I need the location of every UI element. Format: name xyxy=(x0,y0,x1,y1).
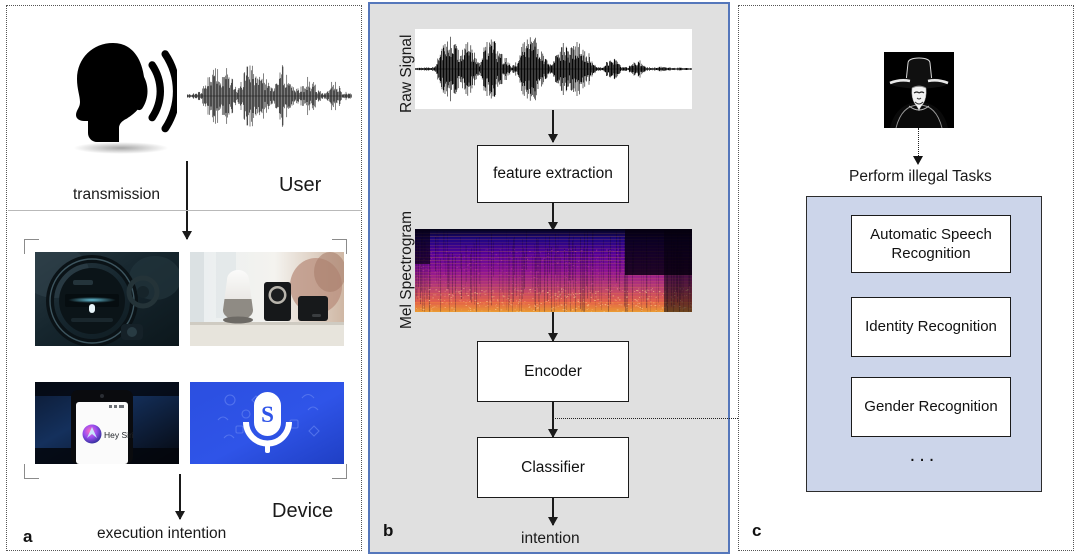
user-label: User xyxy=(279,174,322,196)
execution-arrow xyxy=(179,474,181,519)
figure-root: transmission User Hey Siri S execution i… xyxy=(0,0,1080,557)
device-image-car-infotainment xyxy=(35,252,179,346)
device-bracket-bottom-left xyxy=(24,464,39,479)
mel-spectrogram-plot xyxy=(415,229,692,312)
arrow-mel-to-encoder xyxy=(552,312,554,341)
arrow-raw-to-feature xyxy=(552,110,554,142)
device-bracket-bottom-right xyxy=(332,464,347,479)
execution-intention-label: execution intention xyxy=(97,525,227,542)
intention-label: intention xyxy=(521,530,580,547)
speaking-head-icon xyxy=(76,43,177,142)
arrow-encoder-to-classifier xyxy=(552,402,554,437)
transmission-label: transmission xyxy=(73,186,160,203)
task-automatic-speech-recognition[interactable]: Automatic Speech Recognition xyxy=(851,215,1011,273)
connector-arrowhead-tasks xyxy=(913,156,923,165)
anonymous-hacker-icon xyxy=(884,52,954,128)
task-identity-recognition[interactable]: Identity Recognition xyxy=(851,297,1011,357)
feature-extraction-box[interactable]: feature extraction xyxy=(477,145,629,203)
device-image-siri-phone: Hey Siri xyxy=(35,382,179,464)
svg-text:S: S xyxy=(261,402,274,427)
panel-a-divider xyxy=(8,210,362,211)
perform-illegal-tasks-label: Perform illegal Tasks xyxy=(849,168,992,185)
connector-hacker-down xyxy=(918,128,919,158)
connector-encoder-out xyxy=(552,418,760,419)
arrow-feature-to-mel xyxy=(552,203,554,230)
panel-c-letter: c xyxy=(752,521,762,540)
svg-text:Hey Siri: Hey Siri xyxy=(104,430,134,440)
panel-a-letter: a xyxy=(23,527,33,546)
device-image-smart-speakers xyxy=(190,252,344,346)
device-image-voice-assistant-app: S xyxy=(190,382,344,464)
head-shadow xyxy=(73,142,169,154)
audio-waveform-icon xyxy=(187,65,352,127)
raw-signal-axis-label: Raw Signal xyxy=(398,34,415,113)
encoder-box[interactable]: Encoder xyxy=(477,341,629,402)
transmission-arrow xyxy=(186,161,188,239)
tasks-ellipsis: ... xyxy=(909,444,939,466)
raw-signal-plot xyxy=(414,29,692,109)
panel-a: transmission User Hey Siri S execution i… xyxy=(6,5,362,551)
classifier-box[interactable]: Classifier xyxy=(477,437,629,498)
task-gender-recognition[interactable]: Gender Recognition xyxy=(851,377,1011,437)
mel-spectrogram-axis-label: Mel Spectrogram xyxy=(398,210,415,329)
arrow-classifier-to-intention xyxy=(552,498,554,525)
device-label: Device xyxy=(272,500,334,522)
panel-b-letter: b xyxy=(383,521,394,540)
